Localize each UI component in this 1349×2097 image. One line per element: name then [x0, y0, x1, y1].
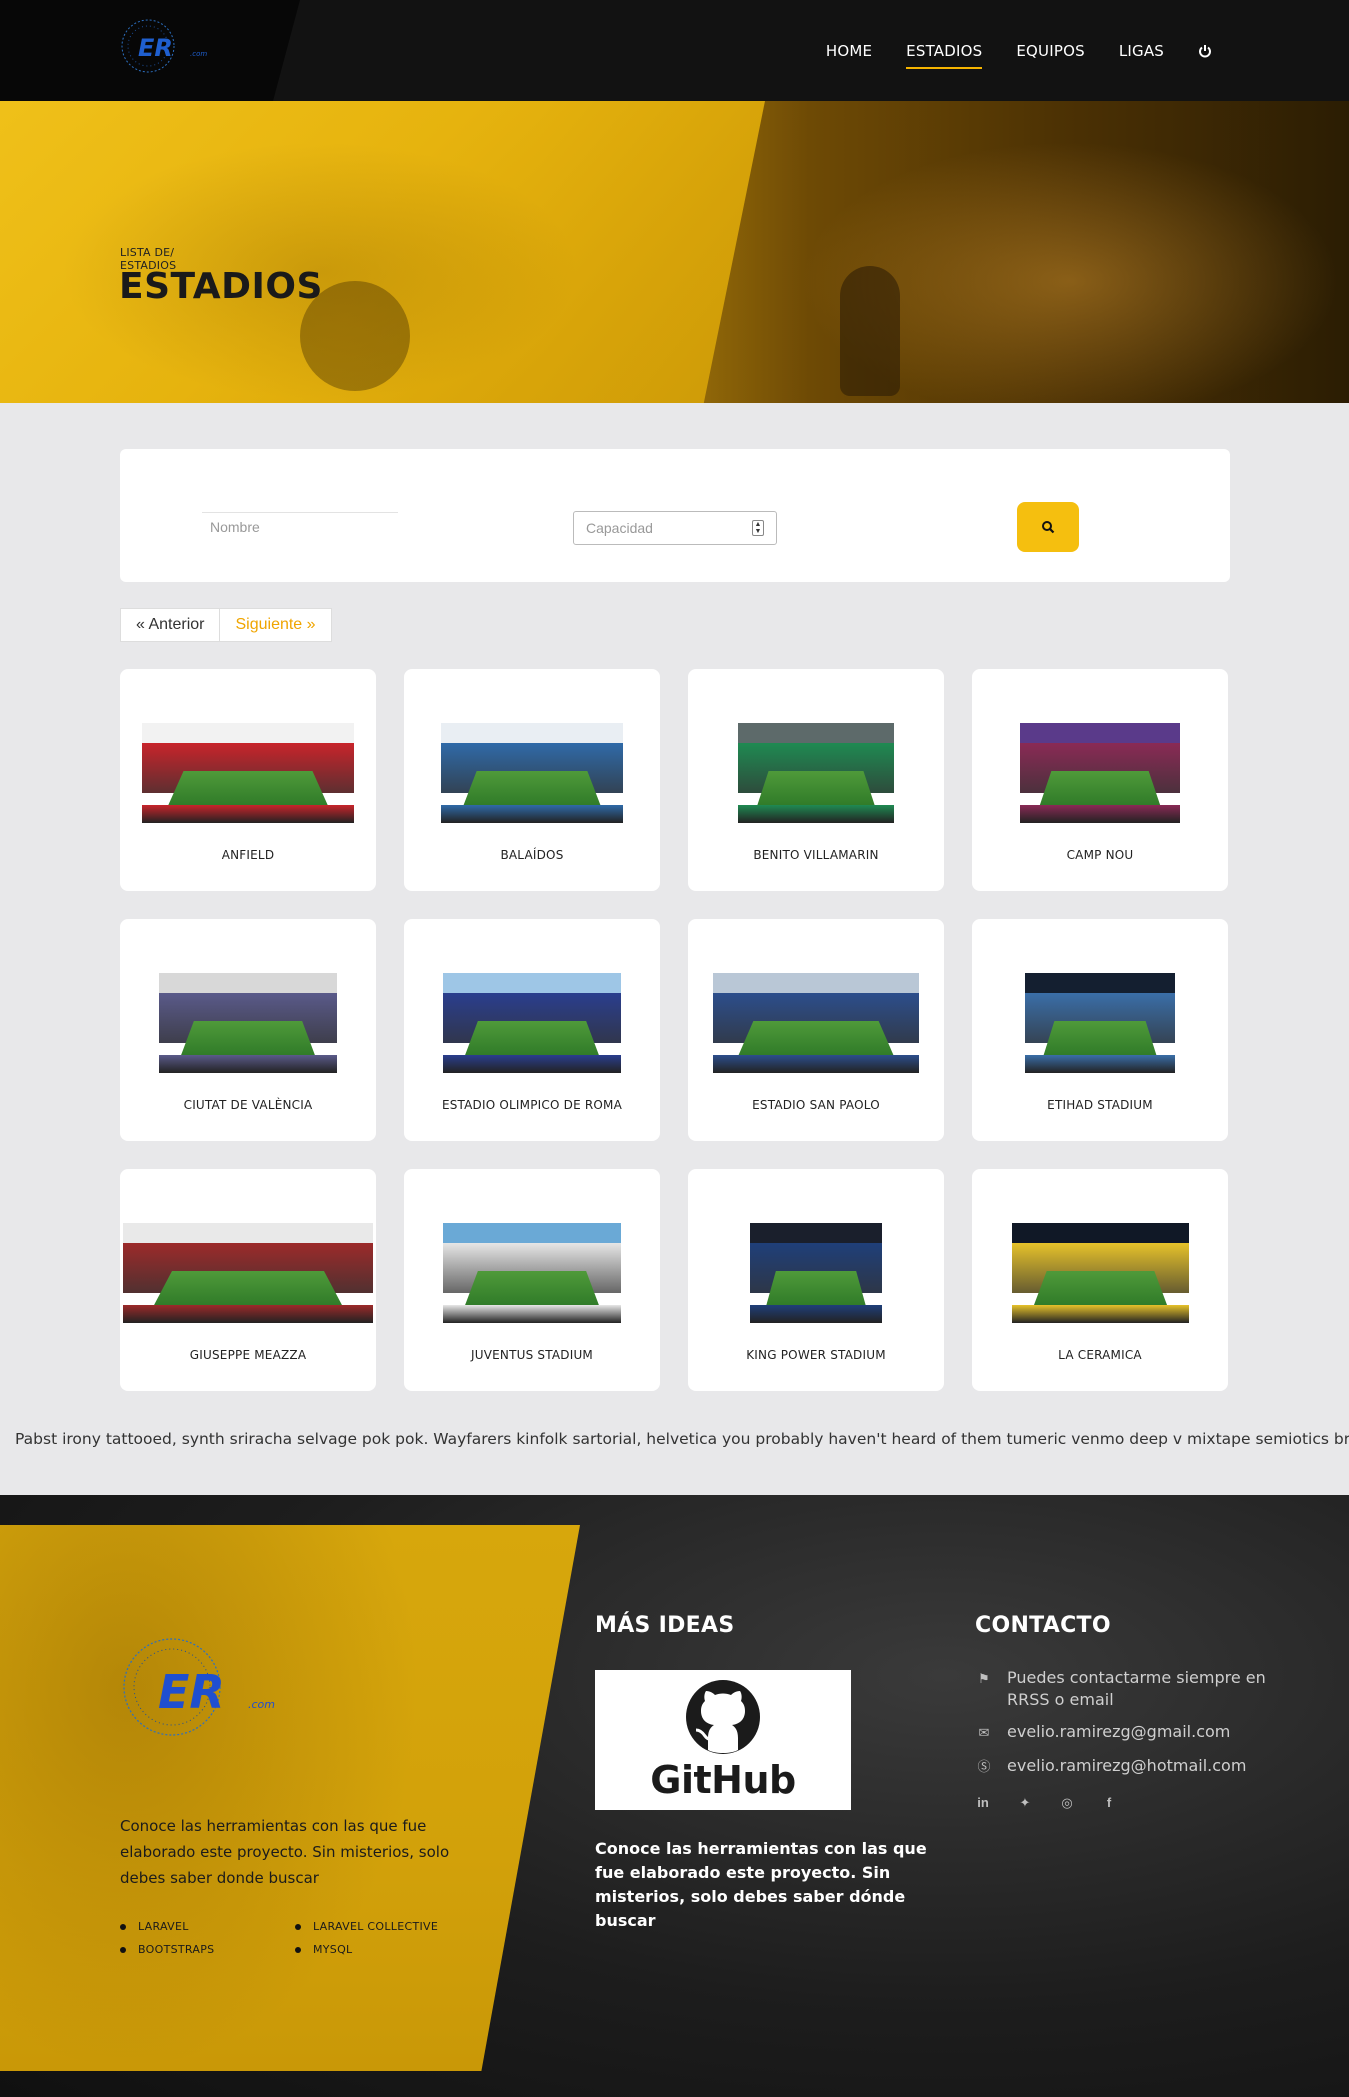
ideas-text: Conoce las herramientas con las que fue …	[595, 1839, 927, 1930]
power-icon[interactable]	[1181, 0, 1229, 101]
contact-row-gmail[interactable]: ✉ evelio.ramirezg@gmail.com	[975, 1721, 1275, 1745]
stadium-image[interactable]	[443, 973, 621, 1073]
search-panel: Nombre Capacidad ▲ ▼	[120, 449, 1230, 582]
stadium-name: BALAÍDOS	[500, 848, 564, 862]
twitter-icon[interactable]: ✦	[1017, 1795, 1033, 1811]
nav-menu: HOME ESTADIOS EQUIPOS LIGAS	[809, 0, 1229, 101]
footer-panel-shade	[0, 1525, 420, 2071]
envelope-icon: ✉	[978, 1726, 990, 1741]
github-icon	[686, 1680, 760, 1754]
stadium-card[interactable]: KING POWER STADIUM	[688, 1169, 944, 1391]
stadium-image[interactable]	[1020, 723, 1180, 823]
footer-logo: ER .com	[123, 1638, 275, 1736]
stadium-card[interactable]: CAMP NOU	[972, 669, 1228, 891]
pagination: « Anterior Siguiente »	[120, 608, 332, 642]
stadium-image[interactable]	[123, 1223, 373, 1323]
tech-item: MYSQL	[295, 1943, 470, 1956]
instagram-icon[interactable]: ◎	[1059, 1795, 1075, 1811]
nombre-input[interactable]: Nombre	[202, 512, 398, 541]
footer-description: Conoce las herramientas con las que fue …	[120, 1817, 450, 1887]
contact-list: ⚑ Puedes contactarme siempre en RRSS o e…	[975, 1667, 1275, 1789]
page-title: ESTADIOS	[119, 266, 323, 307]
site-logo[interactable]: ER .com	[120, 18, 215, 76]
stadium-card[interactable]: BENITO VILLAMARIN	[688, 669, 944, 891]
facebook-icon[interactable]: f	[1101, 1795, 1117, 1811]
top-navbar: ER .com HOME ESTADIOS EQUIPOS LIGAS	[0, 0, 1349, 101]
stadium-name: LA CERAMICA	[1058, 1348, 1142, 1362]
number-spinner[interactable]: ▲ ▼	[752, 520, 764, 536]
stadium-name: ESTADIO SAN PAOLO	[752, 1098, 880, 1112]
contact-heading: CONTACTO	[975, 1613, 1111, 1638]
prev-page-button[interactable]: « Anterior	[120, 608, 221, 642]
stadium-name: ANFIELD	[221, 848, 275, 862]
hero-player-silhouette	[840, 266, 900, 396]
flag-icon: ⚑	[978, 1672, 990, 1687]
stadium-image[interactable]	[738, 723, 894, 823]
stadium-name: CAMP NOU	[1066, 848, 1134, 862]
stadium-card[interactable]: ETIHAD STADIUM	[972, 919, 1228, 1141]
stadium-card[interactable]: JUVENTUS STADIUM	[404, 1169, 660, 1391]
nav-link-estadios[interactable]: ESTADIOS	[889, 0, 999, 101]
stadium-card[interactable]: ANFIELD	[120, 669, 376, 891]
stadium-card[interactable]: CIUTAT DE VALÈNCIA	[120, 919, 376, 1141]
capacidad-placeholder: Capacidad	[586, 520, 653, 536]
nav-link-ligas[interactable]: LIGAS	[1102, 0, 1181, 101]
tech-item: LARAVEL COLLECTIVE	[295, 1920, 470, 1933]
stadium-card[interactable]: BALAÍDOS	[404, 669, 660, 891]
stadium-card[interactable]: ESTADIO OLIMPICO DE ROMA	[404, 919, 660, 1141]
stadium-card[interactable]: ESTADIO SAN PAOLO	[688, 919, 944, 1141]
ideas-heading: MÁS IDEAS	[595, 1613, 735, 1638]
tech-item: BOOTSTRAPS	[120, 1943, 295, 1956]
footer: ER .com Conoce las herramientas con las …	[0, 1495, 1349, 2097]
stadium-name: BENITO VILLAMARIN	[753, 848, 879, 862]
stadium-name: JUVENTUS STADIUM	[471, 1348, 593, 1362]
stadium-image[interactable]	[142, 723, 354, 823]
skype-icon: Ⓢ	[977, 1760, 991, 1775]
stadium-image[interactable]	[1012, 1223, 1189, 1323]
stadium-card[interactable]: LA CERAMICA	[972, 1169, 1228, 1391]
contact-row-hotmail[interactable]: Ⓢ evelio.ramirezg@hotmail.com	[975, 1755, 1275, 1779]
github-link[interactable]: GitHub	[595, 1670, 851, 1810]
search-icon	[1042, 521, 1055, 534]
site-logo-text: ER	[138, 34, 173, 62]
nav-link-equipos[interactable]: EQUIPOS	[999, 0, 1101, 101]
filler-paragraph: Pabst irony tattooed, synth sriracha sel…	[15, 1430, 1349, 1448]
stadium-image[interactable]	[750, 1223, 882, 1323]
github-wordmark: GitHub	[650, 1758, 796, 1802]
tech-item: LARAVEL	[120, 1920, 295, 1933]
hero-banner	[0, 101, 1349, 403]
stadium-image[interactable]	[159, 973, 337, 1073]
search-button[interactable]	[1017, 502, 1079, 552]
stadium-name: ESTADIO OLIMPICO DE ROMA	[441, 1098, 623, 1112]
capacidad-input[interactable]: Capacidad ▲ ▼	[573, 511, 777, 545]
contact-row-info: ⚑ Puedes contactarme siempre en RRSS o e…	[975, 1667, 1275, 1711]
stadium-name: ETIHAD STADIUM	[1047, 1098, 1153, 1112]
next-page-button[interactable]: Siguiente »	[220, 608, 332, 642]
stadium-card[interactable]: GIUSEPPE MEAZZA	[120, 1169, 376, 1391]
stadium-image[interactable]	[1025, 973, 1175, 1073]
linkedin-icon[interactable]: in	[975, 1795, 991, 1811]
site-logo-suffix: .com	[190, 50, 207, 58]
stadium-name: KING POWER STADIUM	[746, 1348, 886, 1362]
social-links: in ✦ ◎ f	[975, 1795, 1117, 1811]
nav-link-home[interactable]: HOME	[809, 0, 889, 101]
tech-list: LARAVEL LARAVEL COLLECTIVE BOOTSTRAPS MY…	[120, 1920, 480, 1956]
stadium-name: CIUTAT DE VALÈNCIA	[183, 1098, 313, 1112]
footer-logo-text: ER	[158, 1665, 225, 1719]
stadium-image[interactable]	[441, 723, 623, 823]
stadium-image[interactable]	[713, 973, 919, 1073]
footer-logo-suffix: .com	[248, 1698, 275, 1711]
stadium-name: GIUSEPPE MEAZZA	[189, 1348, 307, 1362]
stadium-image[interactable]	[443, 1223, 621, 1323]
